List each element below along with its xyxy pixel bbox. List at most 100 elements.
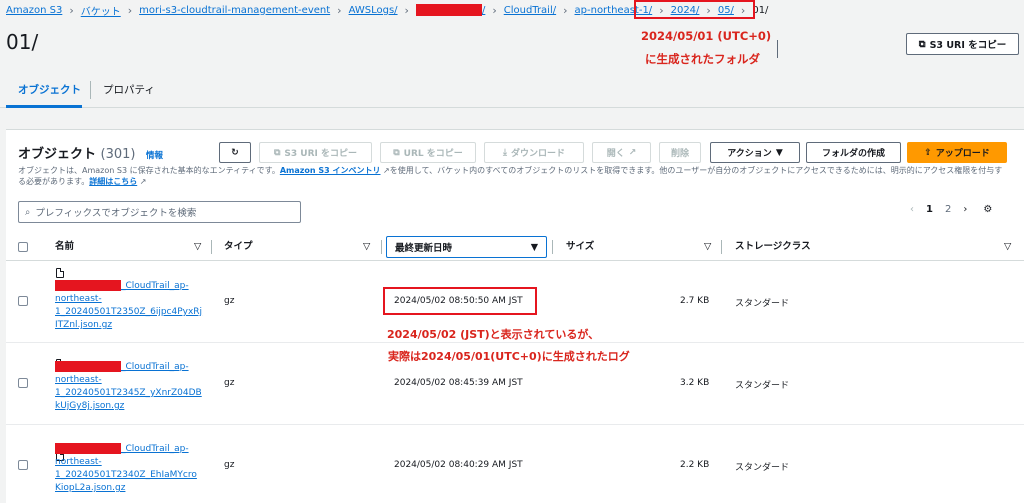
breadcrumb-awslogs[interactable]: AWSLogs/ <box>349 5 398 16</box>
file-icon <box>56 268 64 278</box>
sort-caret-storage-icon[interactable]: ▽ <box>1004 236 1011 258</box>
learn-more-link[interactable]: 詳細はこちら <box>89 177 137 186</box>
redacted-account-id <box>415 4 482 16</box>
download-icon: ⤓ <box>503 147 507 158</box>
annotation-highlight-timestamp <box>383 287 537 315</box>
chevron-right-icon: › <box>563 3 568 17</box>
create-folder-button[interactable]: フォルダの作成 <box>806 142 901 163</box>
row-checkbox[interactable] <box>18 378 28 388</box>
row-divider <box>6 424 1024 425</box>
select-all-checkbox[interactable] <box>18 242 28 252</box>
table-row-size: 2.7 KB <box>680 296 710 306</box>
search-placeholder: プレフィックスでオブジェクトを検索 <box>35 208 197 219</box>
breadcrumb-buckets[interactable]: バケット <box>81 3 121 18</box>
breadcrumb-account[interactable]: / <box>482 5 485 16</box>
table-row-name[interactable]: _CloudTrail_ap- northeast- 1_20240501T23… <box>55 361 205 413</box>
info-link[interactable]: 情報 <box>146 151 163 161</box>
column-header-name[interactable]: 名前 <box>55 236 74 258</box>
table-row-type: gz <box>224 378 235 388</box>
column-divider <box>721 240 722 254</box>
breadcrumb-bucket[interactable]: mori-s3-cloudtrail-management-event <box>139 5 330 16</box>
column-header-type[interactable]: タイプ <box>224 236 253 258</box>
chevron-right-icon: › <box>127 3 133 17</box>
annotation-highlight-breadcrumb <box>634 0 755 19</box>
table-row-size: 3.2 KB <box>680 378 710 388</box>
tab-divider <box>90 81 91 99</box>
search-input[interactable]: ⌕ プレフィックスでオブジェクトを検索 <box>18 201 301 223</box>
column-header-size[interactable]: サイズ <box>566 236 594 258</box>
table-row-storage: スタンダード <box>735 463 790 473</box>
annotation-log-line1: 2024/05/02 (JST)と表示されているが、 <box>387 328 600 341</box>
tab-objects[interactable]: オブジェクト <box>18 82 81 97</box>
chevron-left-icon[interactable]: ‹ <box>910 204 914 215</box>
chevron-right-icon: › <box>69 3 74 17</box>
annotation-folder-line1: 2024/05/01 (UTC+0) <box>641 29 772 43</box>
open-button[interactable]: 開く ↗ <box>592 142 651 163</box>
external-link-icon: ↗ <box>628 147 637 158</box>
actions-dropdown[interactable]: アクション ▼ <box>710 142 800 163</box>
table-row-name[interactable]: _CloudTrail_ap- northeast- 1_20240501T23… <box>55 280 205 332</box>
annotation-folder-line2: に生成されたフォルダ <box>645 52 760 66</box>
copy-s3-uri-button[interactable]: ⧉ S3 URI をコピー <box>906 33 1019 55</box>
copy-icon: ⧉ <box>918 38 926 50</box>
chevron-right-icon[interactable]: › <box>963 204 967 215</box>
header-divider <box>6 260 1024 261</box>
download-button[interactable]: ⤓ ダウンロード <box>484 142 584 163</box>
column-divider <box>211 240 212 254</box>
breadcrumb-cloudtrail[interactable]: CloudTrail/ <box>504 5 556 16</box>
refresh-icon: ↻ <box>231 147 239 158</box>
redacted-account-id <box>55 361 121 372</box>
caret-down-icon: ▼ <box>775 147 783 158</box>
objects-description: オブジェクトは、Amazon S3 に保存された基本的なエンティティです。Ama… <box>18 166 1003 186</box>
column-divider <box>552 240 553 254</box>
pagination: ‹ 1 2 › ⚙ <box>910 204 992 215</box>
table-row-size: 2.2 KB <box>680 460 710 470</box>
refresh-button[interactable]: ↻ <box>219 142 251 163</box>
column-header-modified[interactable]: 最終更新日時 ▼ <box>386 236 547 258</box>
table-row-type: gz <box>224 460 235 470</box>
upload-button[interactable]: ⇪ アップロード <box>907 142 1007 163</box>
active-tab-indicator <box>6 105 82 108</box>
annotation-log-line2: 実際は2024/05/01(UTC+0)に生成されたログ <box>388 350 630 363</box>
chevron-right-icon: › <box>404 3 409 17</box>
sort-caret-down-icon: ▼ <box>530 241 538 253</box>
column-divider <box>381 240 382 254</box>
page-1[interactable]: 1 <box>926 204 933 215</box>
copy-url-button[interactable]: ⧉ URL をコピー <box>380 142 476 163</box>
upload-icon: ⇪ <box>924 147 932 158</box>
copy-s3-uri-toolbar-button[interactable]: ⧉ S3 URI をコピー <box>259 142 372 163</box>
redacted-account-id <box>55 280 121 291</box>
text-cursor <box>777 40 778 58</box>
chevron-right-icon: › <box>337 3 342 17</box>
copy-icon: ⧉ <box>273 147 281 158</box>
copy-icon: ⧉ <box>393 147 400 158</box>
table-row-name[interactable]: _CloudTrail_ap- northeast- 1_20240501T23… <box>55 443 205 495</box>
gear-icon[interactable]: ⚙ <box>983 204 992 215</box>
table-row-storage: スタンダード <box>735 299 790 309</box>
row-divider <box>6 342 1024 343</box>
sort-caret-name-icon[interactable]: ▽ <box>194 236 201 258</box>
table-row-storage: スタンダード <box>735 381 790 391</box>
table-row-modified: 2024/05/02 08:40:29 AM JST <box>394 460 523 470</box>
tab-properties[interactable]: プロパティ <box>103 82 155 97</box>
external-link-icon: ↗ <box>137 177 147 186</box>
chevron-right-icon: › <box>492 3 497 17</box>
redacted-account-id <box>55 443 121 454</box>
row-checkbox[interactable] <box>18 296 28 306</box>
page-2[interactable]: 2 <box>945 204 951 215</box>
objects-count: (301) <box>100 147 136 162</box>
sort-caret-type-icon[interactable]: ▽ <box>363 236 370 258</box>
row-checkbox[interactable] <box>18 460 28 470</box>
external-link-icon: ↗ <box>380 166 390 175</box>
delete-button[interactable]: 削除 <box>659 142 701 163</box>
column-header-storage[interactable]: ストレージクラス <box>735 236 811 258</box>
table-row-modified: 2024/05/02 08:45:39 AM JST <box>394 378 523 388</box>
breadcrumb-amazon-s3[interactable]: Amazon S3 <box>6 5 62 16</box>
inventory-link[interactable]: Amazon S3 インベントリ <box>280 166 381 175</box>
search-icon: ⌕ <box>25 206 31 218</box>
objects-heading: オブジェクト (301) 情報 <box>18 147 164 162</box>
table-row-type: gz <box>224 296 235 306</box>
page-title: 01/ <box>6 30 39 54</box>
sort-caret-size-icon[interactable]: ▽ <box>704 236 711 258</box>
tabs-baseline <box>0 107 1024 108</box>
